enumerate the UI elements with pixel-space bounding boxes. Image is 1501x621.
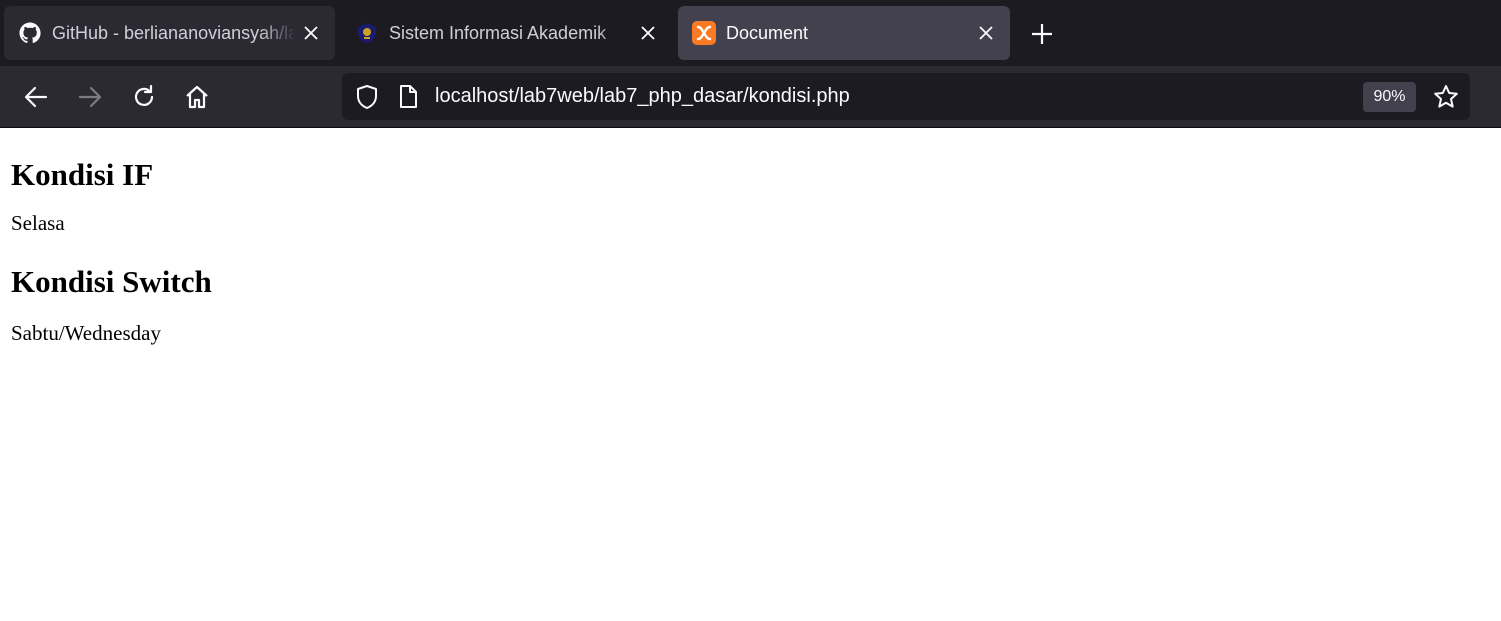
tab-title: Sistem Informasi Akademik	[389, 22, 607, 43]
result-kondisi-if: Selasa	[11, 211, 65, 235]
github-icon	[18, 21, 42, 45]
close-tab-icon[interactable]	[636, 21, 660, 45]
heading-kondisi-if: Kondisi IF	[11, 157, 154, 192]
navigation-toolbar: localhost/lab7web/lab7_php_dasar/kondisi…	[0, 66, 1501, 128]
forward-arrow-icon[interactable]	[75, 82, 105, 112]
tab-document[interactable]: Document	[678, 6, 1010, 60]
tab-siakad[interactable]: Sistem Informasi Akademik	[341, 6, 672, 60]
zoom-level-badge[interactable]: 90%	[1363, 82, 1416, 112]
page-content: Kondisi IF Selasa Kondisi Switch Sabtu/W…	[0, 128, 1501, 345]
result-kondisi-switch: Sabtu/Wednesday	[11, 321, 161, 345]
page-info-icon[interactable]	[396, 84, 420, 110]
url-text[interactable]: localhost/lab7web/lab7_php_dasar/kondisi…	[435, 73, 850, 120]
tab-github[interactable]: GitHub - berliananoviansyah/la	[4, 6, 335, 60]
reload-icon[interactable]	[129, 82, 159, 112]
bookmark-star-icon[interactable]	[1432, 83, 1460, 111]
shield-icon[interactable]	[354, 84, 380, 110]
close-tab-icon[interactable]	[974, 21, 998, 45]
back-arrow-icon[interactable]	[21, 82, 51, 112]
tab-title: Document	[726, 22, 809, 43]
xampp-icon	[692, 21, 716, 45]
close-tab-icon[interactable]	[299, 21, 323, 45]
university-logo-icon	[355, 21, 379, 45]
tab-strip: GitHub - berliananoviansyah/la Sistem In…	[0, 0, 1501, 66]
tab-title: GitHub - berliananoviansyah/la	[52, 22, 296, 43]
home-icon[interactable]	[182, 82, 212, 112]
new-tab-button[interactable]	[1028, 20, 1056, 48]
heading-kondisi-switch: Kondisi Switch	[11, 264, 212, 299]
address-bar[interactable]: localhost/lab7web/lab7_php_dasar/kondisi…	[342, 73, 1470, 120]
